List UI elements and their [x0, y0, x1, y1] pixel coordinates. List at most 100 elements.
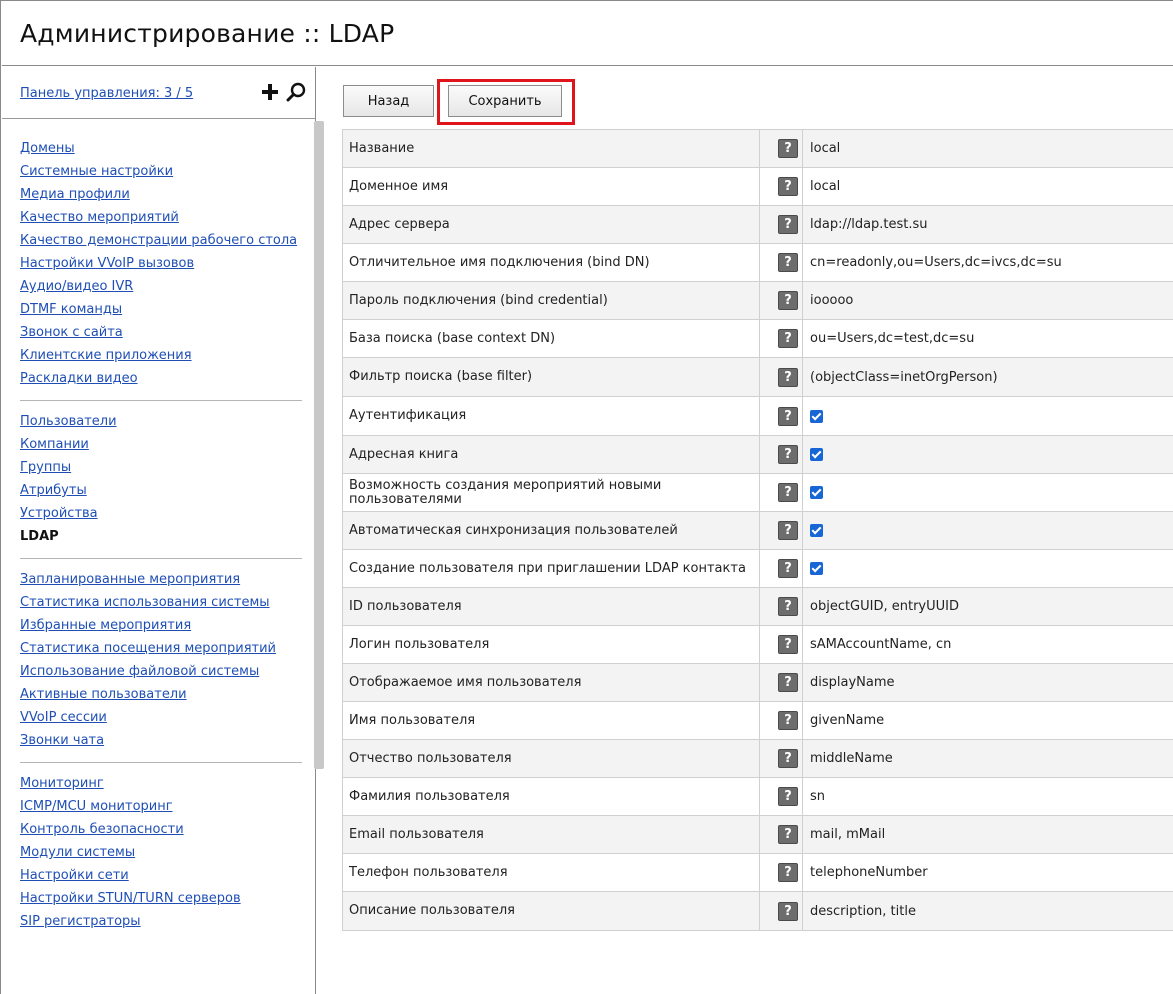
help-icon[interactable]: ?: [778, 177, 798, 196]
sidebar-item[interactable]: Статистика посещения мероприятий: [20, 638, 302, 661]
ldap-settings-table: Название? local Доменное имя? local Адрес се…: [342, 129, 1173, 931]
sidebar-item[interactable]: Раскладки видео: [20, 368, 302, 391]
sidebar-item[interactable]: Медиа профили: [20, 184, 302, 207]
table-row: Телефон пользователя? telephoneNumber: [342, 853, 1173, 892]
table-row: Создание пользователя при приглашении LD…: [342, 549, 1173, 588]
help-cell: ?: [759, 281, 803, 320]
sidebar-item[interactable]: Избранные мероприятия: [20, 615, 302, 638]
sidebar-item[interactable]: Активные пользователи: [20, 684, 302, 707]
setting-value[interactable]: mail, mMail: [802, 815, 1173, 854]
setting-value[interactable]: givenName: [802, 701, 1173, 740]
table-row: Описание пользователя? description, title: [342, 891, 1173, 931]
setting-value[interactable]: local: [802, 167, 1173, 206]
help-icon[interactable]: ?: [778, 825, 798, 844]
sidebar-scrollbar[interactable]: [314, 121, 324, 769]
help-icon[interactable]: ?: [778, 597, 798, 616]
help-icon[interactable]: ?: [778, 559, 798, 578]
help-cell: ?: [759, 205, 803, 244]
help-icon[interactable]: ?: [778, 749, 798, 768]
help-icon[interactable]: ?: [778, 215, 798, 234]
table-row: Фильтр поиска (base filter)? (objectClass…: [342, 357, 1173, 397]
sidebar-item[interactable]: Компании: [20, 434, 302, 457]
setting-checkbox-cell: [802, 511, 1173, 550]
setting-value[interactable]: cn=readonly,ou=Users,dc=ivcs,dc=su: [802, 243, 1173, 282]
sidebar-item-ldap-active[interactable]: LDAP: [20, 526, 302, 549]
setting-value[interactable]: ou=Users,dc=test,dc=su: [802, 319, 1173, 358]
sidebar-item[interactable]: Мониторинг: [20, 773, 302, 796]
setting-checkbox-cell: [802, 435, 1173, 474]
sidebar-item[interactable]: Настройки STUN/TURN серверов: [20, 888, 302, 911]
sidebar-item[interactable]: Системные настройки: [20, 161, 302, 184]
checkbox-checked-icon[interactable]: [810, 562, 823, 575]
sidebar-item[interactable]: DTMF команды: [20, 299, 302, 322]
setting-value[interactable]: iooooo: [802, 281, 1173, 320]
help-icon[interactable]: ?: [778, 635, 798, 654]
sidebar-item[interactable]: Статистика использования системы: [20, 592, 302, 615]
sidebar-item[interactable]: Группы: [20, 457, 302, 480]
sidebar-item[interactable]: Модули системы: [20, 842, 302, 865]
help-icon[interactable]: ?: [778, 329, 798, 348]
control-panel-link[interactable]: Панель управления: 3 / 5: [20, 86, 193, 101]
help-cell: ?: [759, 815, 803, 854]
sidebar-item[interactable]: Атрибуты: [20, 480, 302, 503]
sidebar-item[interactable]: Использование файловой системы: [20, 661, 302, 684]
setting-value[interactable]: middleName: [802, 739, 1173, 778]
page-title: Администрирование :: LDAP: [20, 19, 395, 48]
back-button[interactable]: Назад: [343, 85, 434, 117]
checkbox-checked-icon[interactable]: [810, 448, 823, 461]
sidebar-item[interactable]: Качество демонстрации рабочего стола: [20, 230, 302, 253]
sidebar-item[interactable]: Домены: [20, 138, 302, 161]
sidebar-item[interactable]: Звонки чата: [20, 730, 302, 753]
setting-label: Адресная книга: [342, 435, 760, 474]
panel-bar: Панель управления: 3 / 5: [2, 67, 315, 119]
setting-value[interactable]: sAMAccountName, cn: [802, 625, 1173, 664]
setting-value[interactable]: telephoneNumber: [802, 853, 1173, 892]
help-icon[interactable]: ?: [778, 367, 798, 387]
sidebar-item[interactable]: Запланированные мероприятия: [20, 569, 302, 592]
help-icon[interactable]: ?: [778, 711, 798, 730]
setting-value[interactable]: description, title: [802, 891, 1173, 931]
sidebar-item[interactable]: Звонок с сайта: [20, 322, 302, 345]
plus-icon[interactable]: [261, 83, 279, 101]
table-row: Отображаемое имя пользователя? displayNam…: [342, 663, 1173, 702]
help-icon[interactable]: ?: [778, 291, 798, 310]
setting-value[interactable]: (objectClass=inetOrgPerson): [802, 357, 1173, 397]
help-cell: ?: [759, 663, 803, 702]
checkbox-checked-icon[interactable]: [810, 524, 823, 537]
sidebar-item[interactable]: VVoIP сессии: [20, 707, 302, 730]
setting-label: Адрес сервера: [342, 205, 760, 244]
help-icon[interactable]: ?: [778, 445, 798, 464]
help-icon[interactable]: ?: [778, 406, 798, 426]
sidebar-item[interactable]: ICMP/MCU мониторинг: [20, 796, 302, 819]
sidebar-item[interactable]: Устройства: [20, 503, 302, 526]
search-icon[interactable]: [286, 82, 306, 102]
sidebar-item[interactable]: Качество мероприятий: [20, 207, 302, 230]
sidebar-item[interactable]: Аудио/видео IVR: [20, 276, 302, 299]
sidebar-item[interactable]: SIP регистраторы: [20, 911, 302, 934]
setting-value[interactable]: local: [802, 129, 1173, 168]
help-icon[interactable]: ?: [778, 787, 798, 806]
help-icon[interactable]: ?: [778, 139, 798, 158]
help-icon[interactable]: ?: [778, 483, 798, 502]
help-cell: ?: [759, 357, 803, 397]
setting-value[interactable]: sn: [802, 777, 1173, 816]
help-icon[interactable]: ?: [778, 863, 798, 882]
checkbox-checked-icon[interactable]: [810, 486, 823, 499]
setting-value[interactable]: ldap://ldap.test.su: [802, 205, 1173, 244]
save-button[interactable]: Сохранить: [448, 85, 562, 117]
help-icon[interactable]: ?: [778, 901, 798, 921]
sidebar-group: Мониторинг ICMP/MCU мониторинг Контроль бе…: [20, 773, 302, 943]
setting-value[interactable]: objectGUID, entryUUID: [802, 587, 1173, 626]
help-icon[interactable]: ?: [778, 521, 798, 540]
help-icon[interactable]: ?: [778, 673, 798, 692]
help-cell: ?: [759, 625, 803, 664]
sidebar-item[interactable]: Контроль безопасности: [20, 819, 302, 842]
sidebar-item[interactable]: Настройки сети: [20, 865, 302, 888]
table-row: Аутентификация?: [342, 396, 1173, 436]
checkbox-checked-icon[interactable]: [810, 409, 823, 423]
help-icon[interactable]: ?: [778, 253, 798, 272]
setting-value[interactable]: displayName: [802, 663, 1173, 702]
sidebar-item[interactable]: Клиентские приложения: [20, 345, 302, 368]
sidebar-item[interactable]: Пользователи: [20, 411, 302, 434]
sidebar-item[interactable]: Настройки VVoIP вызовов: [20, 253, 302, 276]
